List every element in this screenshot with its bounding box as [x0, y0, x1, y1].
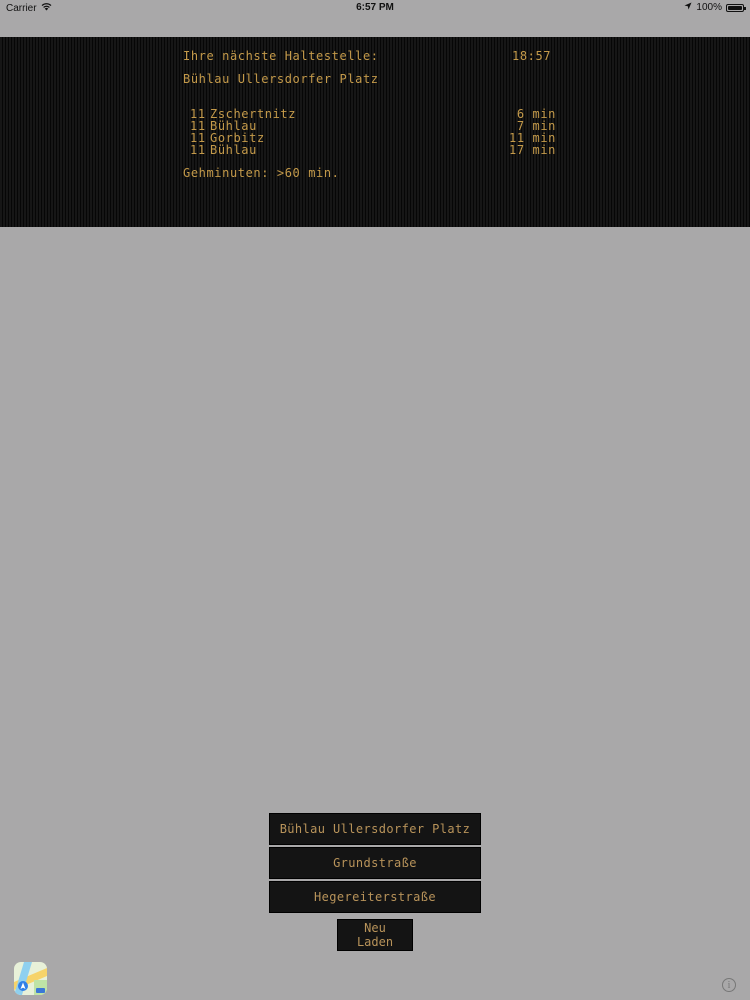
location-arrow-icon — [684, 2, 692, 13]
stop-button-buehlau-ullersdorfer-platz[interactable]: Bühlau Ullersdorfer Platz — [269, 813, 481, 845]
info-icon[interactable]: i — [722, 978, 736, 992]
status-bar: Carrier 6:57 PM 100% — [0, 0, 750, 16]
next-stop-label: Ihre nächste Haltestelle: — [183, 49, 379, 63]
battery-fill — [728, 5, 742, 10]
departure-display: Ihre nächste Haltestelle: 18:57 Bühlau U… — [0, 37, 750, 227]
departure-list: 11 Zschertnitz 6 min 11 Bühlau 7 min 11 … — [190, 108, 556, 156]
battery-icon — [726, 3, 746, 12]
status-right: 100% — [684, 2, 746, 13]
stop-button-grundstrasse[interactable]: Grundstraße — [269, 847, 481, 879]
current-stop-name: Bühlau Ullersdorfer Platz — [183, 72, 379, 86]
departure-line: 11 — [190, 143, 206, 157]
departure-row: 11 Bühlau 17 min — [190, 144, 556, 156]
battery-percent: 100% — [696, 2, 722, 13]
status-time: 6:57 PM — [356, 2, 394, 13]
departure-time: 17 min — [509, 143, 556, 157]
stop-button-hegereiterstrasse[interactable]: Hegereiterstraße — [269, 881, 481, 913]
display-clock: 18:57 — [512, 49, 552, 63]
departure-destination: Bühlau — [210, 143, 257, 157]
reload-button[interactable]: Neu Laden — [337, 919, 413, 951]
maps-app-icon[interactable] — [14, 962, 47, 995]
walk-minutes: Gehminuten: >60 min. — [183, 166, 340, 180]
